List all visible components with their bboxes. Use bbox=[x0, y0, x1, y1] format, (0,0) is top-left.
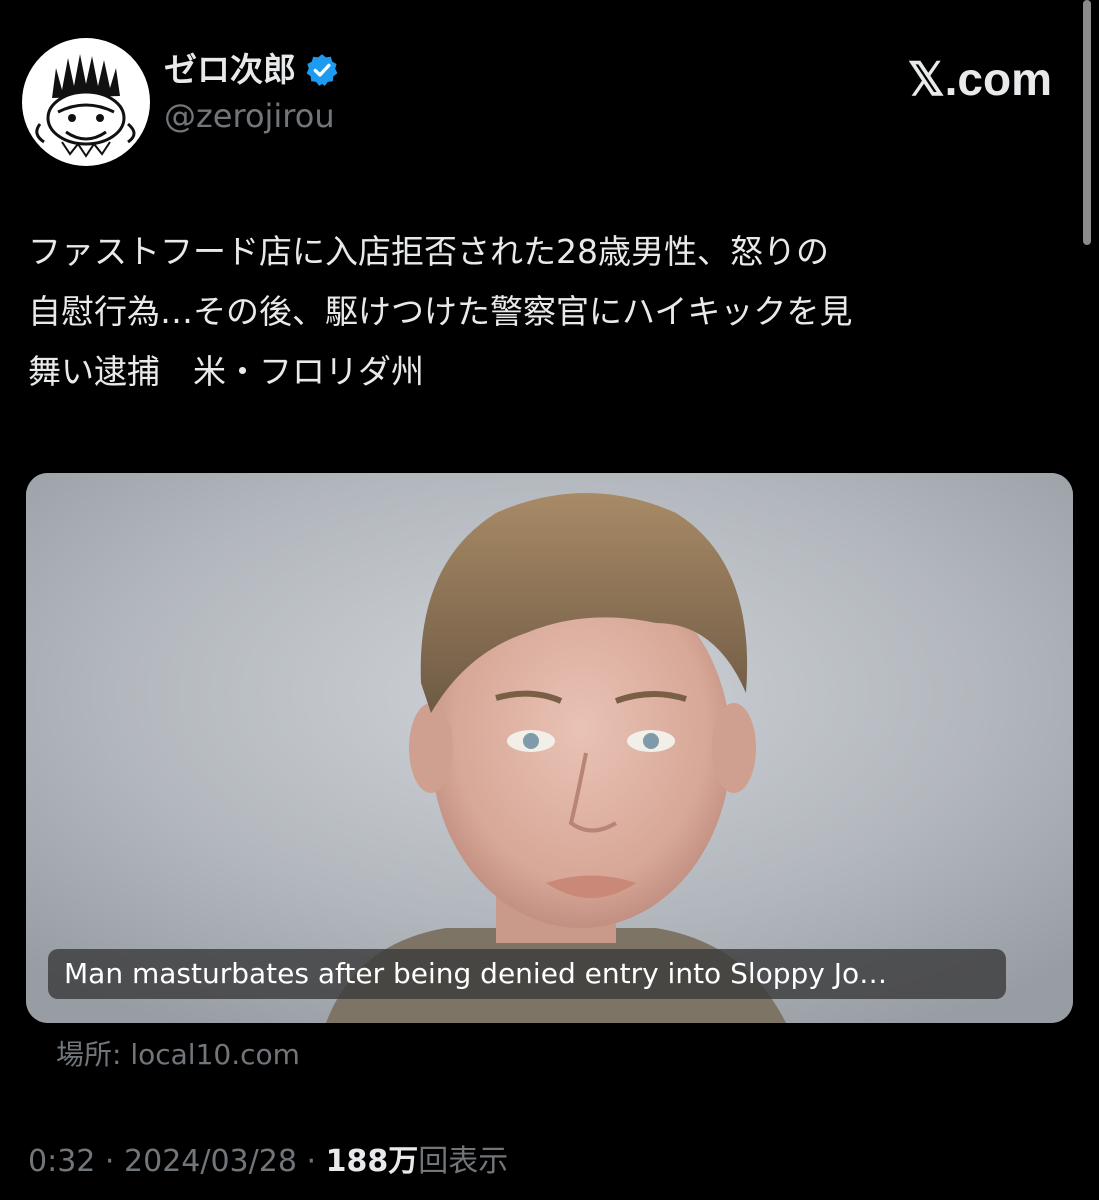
display-name-row: ゼロ次郎 bbox=[164, 50, 340, 90]
tweet-meta: 0:32 · 2024/03/28 · 188万回表示 bbox=[28, 1140, 508, 1184]
tweet-text: ファストフード店に入店拒否された28歳男性、怒りの 自慰行為…その後、駆けつけた… bbox=[28, 232, 853, 391]
author-handle[interactable]: @zerojirou bbox=[164, 96, 340, 136]
verified-badge-icon bbox=[306, 54, 338, 86]
views-label: 回表示 bbox=[418, 1144, 509, 1179]
card-photo bbox=[26, 473, 1073, 1023]
author-display-name[interactable]: ゼロ次郎 bbox=[164, 50, 296, 90]
scrollbar[interactable] bbox=[1083, 0, 1091, 245]
meta-separator: · bbox=[104, 1144, 115, 1179]
tweet-date[interactable]: 2024/03/28 bbox=[124, 1144, 297, 1179]
card-source[interactable]: 場所: local10.com bbox=[56, 1035, 300, 1075]
avatar-illustration bbox=[23, 39, 149, 165]
link-card[interactable]: Man masturbates after being denied entry… bbox=[26, 473, 1073, 1023]
views-count: 188万 bbox=[325, 1144, 419, 1179]
tweet-time[interactable]: 0:32 bbox=[28, 1144, 95, 1179]
avatar[interactable] bbox=[22, 38, 150, 166]
meta-separator: · bbox=[306, 1144, 317, 1179]
tweet-header: ゼロ次郎 @zerojirou 𝕏.com bbox=[22, 38, 1072, 166]
x-brand: 𝕏.com bbox=[908, 54, 1052, 104]
x-domain: 𝕏.com bbox=[907, 53, 1052, 105]
author-names: ゼロ次郎 @zerojirou bbox=[164, 50, 340, 136]
card-title[interactable]: Man masturbates after being denied entry… bbox=[48, 949, 1006, 999]
